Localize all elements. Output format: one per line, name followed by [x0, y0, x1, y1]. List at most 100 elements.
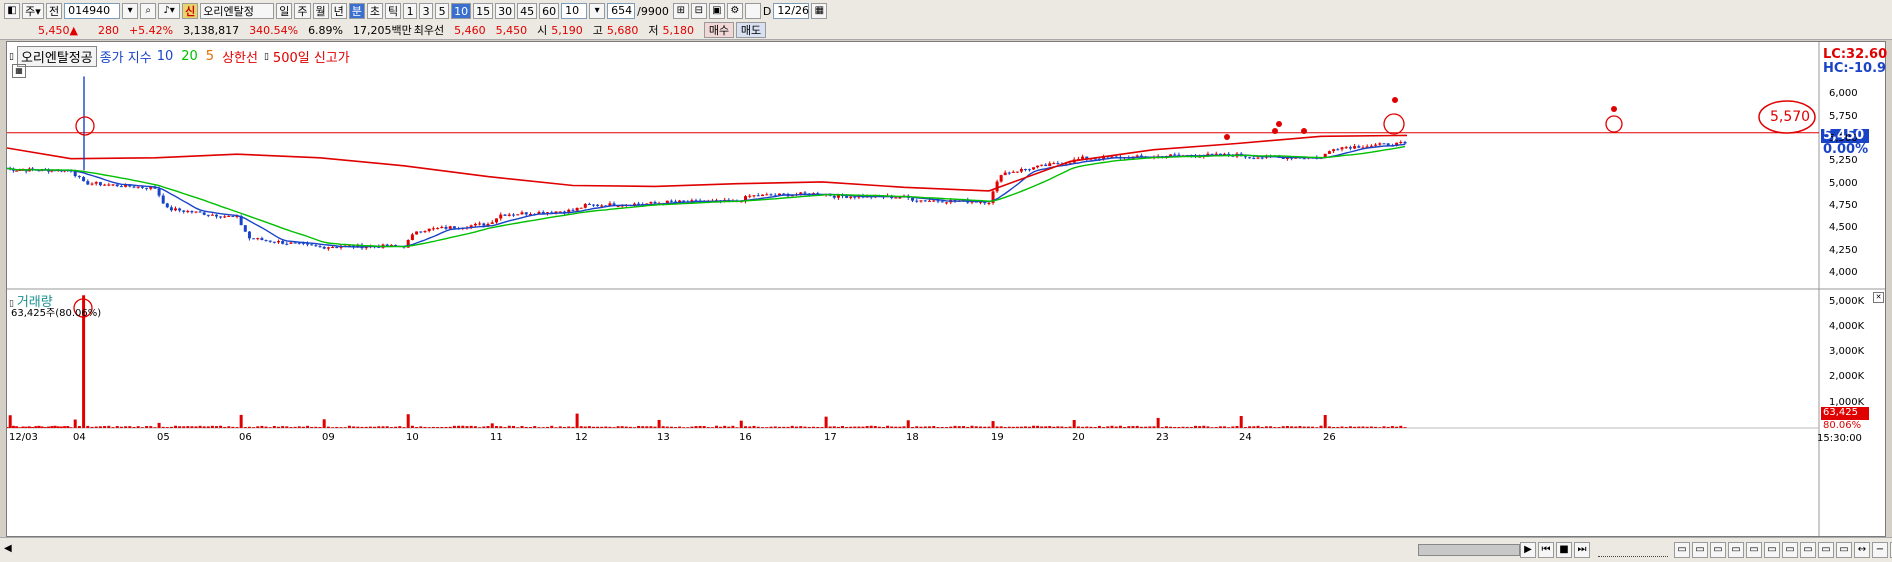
- volume-bar: [616, 426, 620, 428]
- layout-icon[interactable]: ▭: [1836, 542, 1852, 558]
- horizontal-scrollbar-track[interactable]: [20, 547, 1410, 552]
- zoom-in-icon[interactable]: ⊞: [672, 3, 689, 19]
- volume-bar: [620, 426, 624, 428]
- layout-icon[interactable]: ▭: [1782, 542, 1798, 558]
- layout-icon[interactable]: ▭: [1728, 542, 1744, 558]
- interval-input[interactable]: 10: [561, 3, 588, 19]
- layout-icon[interactable]: ▭: [1710, 542, 1726, 558]
- volume-bar: [890, 426, 894, 428]
- minute-30-button[interactable]: 30: [495, 3, 516, 19]
- trade-amount: 17,205백만: [353, 24, 412, 37]
- legend-stock-name[interactable]: 오리엔탈정공: [16, 46, 97, 67]
- speaker-icon[interactable]: ♪▾: [158, 3, 181, 19]
- layout-icon[interactable]: ▭: [1746, 542, 1762, 558]
- volume-bar: [436, 427, 440, 428]
- candle-body: [600, 205, 604, 207]
- chart-menu-icon[interactable]: ◧: [4, 3, 20, 19]
- grid-toggle-icon[interactable]: ▦: [12, 64, 26, 78]
- speed-slider[interactable]: [1598, 542, 1668, 557]
- zoom-minus-icon[interactable]: −: [1872, 542, 1888, 558]
- scroll-left-icon[interactable]: ◀: [4, 543, 16, 555]
- minute-5-button[interactable]: 5: [435, 3, 450, 19]
- volume-bar: [674, 427, 677, 428]
- interval-dropdown-icon[interactable]: ▾: [589, 3, 606, 19]
- date-input[interactable]: 12/26: [773, 3, 810, 19]
- date-tick: 12: [575, 432, 588, 443]
- date-tick: 05: [157, 432, 170, 443]
- period-month-button[interactable]: 월: [312, 3, 329, 19]
- candle-body: [1252, 157, 1256, 159]
- gear-icon[interactable]: ⚙: [726, 3, 743, 19]
- volume-bar: [136, 426, 140, 428]
- market-select[interactable]: 주▾: [22, 3, 44, 19]
- date-tick: 04: [73, 432, 86, 443]
- chart-svg: [7, 42, 1885, 536]
- stock-code-input[interactable]: 014940: [64, 3, 121, 19]
- volume-bar: [431, 426, 435, 428]
- buy-button[interactable]: 매수: [704, 22, 734, 38]
- volume-bar: [906, 420, 910, 428]
- candle-body: [15, 170, 19, 172]
- minute-3-button[interactable]: 3: [419, 3, 434, 19]
- volume-bar: [1357, 426, 1361, 428]
- layout-icon[interactable]: ▭: [1692, 542, 1708, 558]
- volume-note: 63,425주(80.06%): [11, 308, 102, 319]
- dropdown-arrow-icon[interactable]: ▾: [122, 3, 139, 19]
- checkbox-icon[interactable]: [744, 3, 761, 19]
- search-icon[interactable]: ⌕: [140, 3, 157, 19]
- candle-body: [1036, 165, 1040, 168]
- period-second-button[interactable]: 초: [366, 3, 383, 19]
- chart-area[interactable]: ▯ 오리엔탈정공 종가 지수 10 20 5 상한선 ▯ 500일 신고가 ▦ …: [6, 41, 1887, 537]
- zoom-fit-icon[interactable]: ↔: [1854, 542, 1870, 558]
- volume-bar: [94, 426, 98, 428]
- period-week-button[interactable]: 주: [294, 3, 311, 19]
- stock-name-field[interactable]: 오리엔탈정: [200, 3, 275, 19]
- rewind-icon[interactable]: ⏮: [1538, 542, 1554, 558]
- close-pane-icon[interactable]: ✕: [1873, 292, 1884, 303]
- volume-bar: [1148, 426, 1152, 428]
- volume-bar: [1089, 426, 1093, 428]
- period-minute-button[interactable]: 분: [348, 3, 365, 19]
- minute-60-button[interactable]: 60: [539, 3, 560, 19]
- layout-icon[interactable]: ▭: [1764, 542, 1780, 558]
- period-year-button[interactable]: 년: [330, 3, 347, 19]
- stop-icon[interactable]: ■: [1556, 542, 1572, 558]
- volume-bar: [149, 426, 153, 428]
- volume-bar: [1243, 427, 1247, 428]
- volume-bar: [1135, 425, 1139, 428]
- layout-icon[interactable]: ▭: [1818, 542, 1834, 558]
- candle-body: [178, 208, 182, 211]
- layout-icon[interactable]: ▭: [1800, 542, 1816, 558]
- prev-button[interactable]: 전: [46, 3, 63, 19]
- minute-15-button[interactable]: 15: [473, 3, 494, 19]
- minute-45-button[interactable]: 45: [517, 3, 538, 19]
- layout-icon[interactable]: ▭: [1674, 542, 1690, 558]
- legend-handle-icon[interactable]: ▯: [9, 52, 14, 62]
- candle-body: [431, 228, 435, 230]
- volume-bar: [966, 426, 970, 428]
- volume-bar: [1235, 426, 1239, 428]
- volume-bar: [1060, 426, 1064, 428]
- volume-bar: [563, 427, 566, 428]
- period-tick-button[interactable]: 틱: [385, 3, 402, 19]
- volume-bar: [385, 426, 389, 428]
- volume-bar: [861, 426, 865, 428]
- minute-10-button[interactable]: 10: [451, 3, 472, 19]
- new-high-marker: [1611, 106, 1617, 112]
- bar-count-input[interactable]: 654: [607, 3, 636, 19]
- minute-1-button[interactable]: 1: [403, 3, 418, 19]
- volume-bar: [744, 426, 747, 428]
- play-icon[interactable]: ▶: [1520, 542, 1536, 558]
- sell-button[interactable]: 매도: [736, 22, 766, 38]
- volume-bar: [1302, 426, 1306, 428]
- volume-bar: [1144, 426, 1148, 428]
- zoom-out-icon[interactable]: ⊟: [690, 3, 707, 19]
- save-icon[interactable]: ▣: [708, 3, 725, 19]
- period-day-button[interactable]: 일: [276, 3, 293, 19]
- volume-bar: [18, 427, 22, 428]
- calendar-icon[interactable]: ▦: [811, 3, 828, 19]
- candle-body: [1327, 151, 1331, 154]
- horizontal-scrollbar-thumb[interactable]: [1418, 544, 1520, 556]
- legend-ma10: 10: [156, 49, 174, 64]
- fast-forward-icon[interactable]: ⏭: [1574, 542, 1590, 558]
